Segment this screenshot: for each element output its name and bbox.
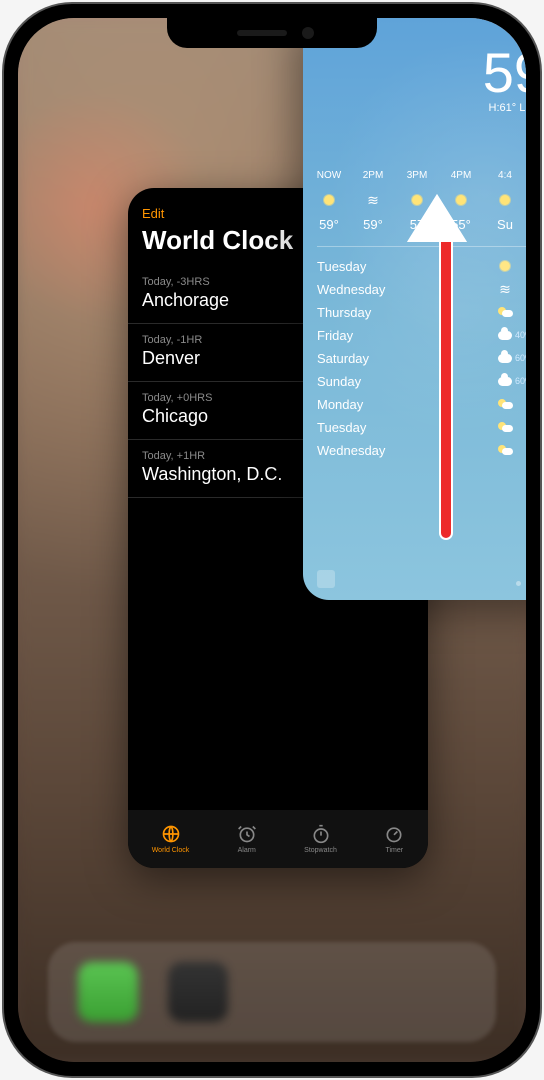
day-name: Wednesday xyxy=(317,282,495,297)
day-row: Tuesday xyxy=(317,416,526,439)
day-row: Tuesday xyxy=(317,255,526,278)
precip-pct: 40% xyxy=(515,330,526,340)
dot xyxy=(516,581,521,586)
day-row: Wednesday xyxy=(317,439,526,462)
day-name: Wednesday xyxy=(317,443,495,458)
page-indicator[interactable] xyxy=(516,581,526,586)
day-row: Friday 40% xyxy=(317,324,526,347)
partly-cloudy-icon xyxy=(495,307,515,317)
current-temp: 59 xyxy=(321,48,526,98)
tab-stopwatch[interactable]: Stopwatch xyxy=(304,824,337,854)
hour-col: 3PM 57 xyxy=(395,170,439,232)
day-name: Monday xyxy=(317,397,495,412)
phone-frame: Clock Edit World Clock Today, -3HRS Anch… xyxy=(4,4,540,1076)
hour-col: Now 59° xyxy=(307,170,351,232)
wind-icon: ≋ xyxy=(495,282,515,296)
precip-pct: 60% xyxy=(515,376,526,386)
sun-icon xyxy=(495,261,515,271)
day-row: Saturday 60% xyxy=(317,347,526,370)
partly-cloudy-icon xyxy=(495,445,515,455)
tab-label: Stopwatch xyxy=(304,847,337,854)
stopwatch-icon xyxy=(311,824,331,844)
sun-icon xyxy=(483,189,526,211)
daily-forecast[interactable]: Tuesday Wednesday≋ Thursday Friday40% Sa… xyxy=(303,251,526,466)
day-name: Saturday xyxy=(317,351,495,366)
dock-blur xyxy=(48,942,496,1042)
weather-provider-icon xyxy=(317,570,335,588)
hour-col: 4PM 55° xyxy=(439,170,483,232)
sun-icon xyxy=(395,189,439,211)
hour-temp: 59° xyxy=(307,217,351,232)
day-name: Friday xyxy=(317,328,495,343)
day-row: Sunday 60% xyxy=(317,370,526,393)
notch xyxy=(167,18,377,48)
tab-bar: World Clock Alarm Stopwatch Timer xyxy=(128,810,428,868)
tab-timer[interactable]: Timer xyxy=(384,824,404,854)
sun-icon xyxy=(439,189,483,211)
tab-world-clock[interactable]: World Clock xyxy=(152,824,190,854)
cloud-icon xyxy=(495,331,515,340)
hour-col: 2PM ≋ 59° xyxy=(351,170,395,232)
separator xyxy=(317,246,526,247)
hour-temp: 57 xyxy=(395,217,439,232)
hour-label: 3PM xyxy=(395,170,439,181)
hour-label: 4PM xyxy=(439,170,483,181)
day-name: Tuesday xyxy=(317,259,495,274)
precip-pct: 60% xyxy=(515,353,526,363)
hour-label: Now xyxy=(307,170,351,181)
tab-label: Timer xyxy=(385,847,403,854)
cloud-icon xyxy=(495,377,515,386)
day-name: Thursday xyxy=(317,305,495,320)
day-name: Tuesday xyxy=(317,420,495,435)
wind-icon: ≋ xyxy=(351,189,395,211)
tab-label: Alarm xyxy=(238,847,256,854)
sun-icon xyxy=(307,189,351,211)
day-row: Wednesday≋ xyxy=(317,278,526,301)
hourly-forecast[interactable]: Now 59° 2PM ≋ 59° 3PM 57 4PM 55° xyxy=(303,114,526,242)
partly-cloudy-icon xyxy=(495,422,515,432)
alarm-icon xyxy=(237,824,257,844)
hour-label: 4:4 xyxy=(483,170,526,181)
hi-lo: H:61° L:27° xyxy=(321,102,526,114)
hour-label: 2PM xyxy=(351,170,395,181)
phone-screen: Clock Edit World Clock Today, -3HRS Anch… xyxy=(18,18,526,1062)
tab-label: World Clock xyxy=(152,847,190,854)
day-row: Monday xyxy=(317,393,526,416)
hour-temp: Su xyxy=(483,217,526,232)
day-name: Sunday xyxy=(317,374,495,389)
partly-cloudy-icon xyxy=(495,399,515,409)
hour-col: 4:4 Su xyxy=(483,170,526,232)
hour-temp: 55° xyxy=(439,217,483,232)
app-card-weather[interactable]: 59 H:61° L:27° Now 59° 2PM ≋ 59° 3PM 57 xyxy=(303,18,526,600)
hour-temp: 59° xyxy=(351,217,395,232)
tab-alarm[interactable]: Alarm xyxy=(237,824,257,854)
globe-icon xyxy=(161,824,181,844)
cloud-icon xyxy=(495,354,515,363)
day-row: Thursday xyxy=(317,301,526,324)
timer-icon xyxy=(384,824,404,844)
